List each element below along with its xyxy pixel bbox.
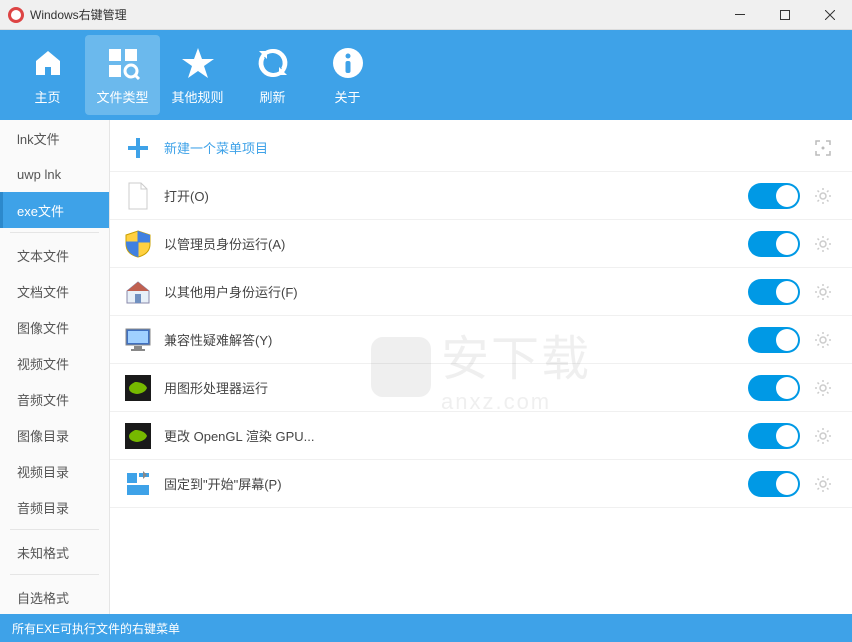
new-item-label: 新建一个菜单项目	[164, 138, 812, 157]
sidebar-item[interactable]: uwp lnk	[0, 156, 109, 192]
settings-button[interactable]	[812, 329, 834, 351]
titlebar: Windows右键管理	[0, 0, 852, 30]
toolbar-refresh-label: 刷新	[259, 87, 285, 106]
toggle-switch[interactable]	[748, 231, 800, 257]
toolbar-filetype[interactable]: 文件类型	[85, 35, 160, 115]
status-text: 所有EXE可执行文件的右键菜单	[12, 620, 180, 637]
sidebar-item[interactable]: 图像目录	[0, 417, 109, 453]
toolbar-other-label: 其他规则	[171, 87, 223, 106]
filetype-icon	[105, 45, 141, 81]
menu-item-label: 以管理员身份运行(A)	[164, 234, 748, 253]
refresh-icon	[255, 45, 291, 81]
settings-button[interactable]	[812, 473, 834, 495]
toggle-switch[interactable]	[748, 423, 800, 449]
nvidia-icon	[124, 374, 152, 402]
toolbar-filetype-label: 文件类型	[96, 87, 148, 106]
menu-item-label: 打开(O)	[164, 186, 748, 205]
maximize-icon	[780, 10, 790, 20]
menu-item-label: 更改 OpenGL 渲染 GPU...	[164, 426, 748, 445]
sidebar-item[interactable]: 自选格式	[0, 579, 109, 614]
menu-item-row: 用图形处理器运行	[110, 364, 852, 412]
menu-item-label: 以其他用户身份运行(F)	[164, 282, 748, 301]
close-icon	[825, 10, 835, 20]
settings-button[interactable]	[812, 377, 834, 399]
settings-button[interactable]	[812, 233, 834, 255]
toolbar-about[interactable]: 关于	[310, 35, 385, 115]
menu-item-row: 以其他用户身份运行(F)	[110, 268, 852, 316]
sidebar-divider	[10, 232, 99, 233]
menu-item-row: 以管理员身份运行(A)	[110, 220, 852, 268]
toggle-switch[interactable]	[748, 279, 800, 305]
settings-button[interactable]	[812, 425, 834, 447]
toolbar-about-label: 关于	[334, 87, 360, 106]
menu-item-label: 固定到"开始"屏幕(P)	[164, 474, 748, 493]
home-icon	[30, 45, 66, 81]
info-icon	[330, 45, 366, 81]
sidebar-item[interactable]: 音频目录	[0, 489, 109, 525]
sidebar-item[interactable]: lnk文件	[0, 120, 109, 156]
toggle-switch[interactable]	[748, 183, 800, 209]
plus-icon	[124, 134, 152, 162]
sidebar-item[interactable]: 视频文件	[0, 345, 109, 381]
tiles-icon	[124, 470, 152, 498]
sidebar-divider	[10, 574, 99, 575]
sidebar-item[interactable]: 未知格式	[0, 534, 109, 570]
sidebar-item[interactable]: 文档文件	[0, 273, 109, 309]
sidebar: lnk文件uwp lnkexe文件文本文件文档文件图像文件视频文件音频文件图像目…	[0, 120, 110, 614]
statusbar: 所有EXE可执行文件的右键菜单	[0, 614, 852, 642]
menu-item-row: 兼容性疑难解答(Y)	[110, 316, 852, 364]
app-icon	[8, 7, 24, 23]
minimize-button[interactable]	[717, 0, 762, 30]
menu-item-row: 固定到"开始"屏幕(P)	[110, 460, 852, 508]
nvidia-icon	[124, 422, 152, 450]
minimize-icon	[735, 14, 745, 15]
toolbar: 主页 文件类型 其他规则 刷新 关于	[0, 30, 852, 120]
toggle-switch[interactable]	[748, 327, 800, 353]
file-icon	[124, 182, 152, 210]
window-title: Windows右键管理	[30, 6, 717, 23]
menu-item-label: 兼容性疑难解答(Y)	[164, 330, 748, 349]
settings-button[interactable]	[812, 281, 834, 303]
new-item-row[interactable]: 新建一个菜单项目	[110, 124, 852, 172]
menu-item-label: 用图形处理器运行	[164, 378, 748, 397]
content: 安下载 anxz.com 新建一个菜单项目 打开(O)以管理员身份运行(A)以其…	[110, 120, 852, 614]
house-icon	[124, 278, 152, 306]
sidebar-item[interactable]: 文本文件	[0, 237, 109, 273]
toolbar-other[interactable]: 其他规则	[160, 35, 235, 115]
toolbar-home[interactable]: 主页	[10, 35, 85, 115]
maximize-button[interactable]	[762, 0, 807, 30]
sidebar-item[interactable]: 图像文件	[0, 309, 109, 345]
shield-icon	[124, 230, 152, 258]
toggle-switch[interactable]	[748, 375, 800, 401]
focus-icon[interactable]	[812, 137, 834, 159]
sidebar-divider	[10, 529, 99, 530]
body: lnk文件uwp lnkexe文件文本文件文档文件图像文件视频文件音频文件图像目…	[0, 120, 852, 614]
star-icon	[180, 45, 216, 81]
sidebar-item[interactable]: 音频文件	[0, 381, 109, 417]
settings-button[interactable]	[812, 185, 834, 207]
menu-item-row: 更改 OpenGL 渲染 GPU...	[110, 412, 852, 460]
toolbar-refresh[interactable]: 刷新	[235, 35, 310, 115]
sidebar-item[interactable]: exe文件	[0, 192, 109, 228]
sidebar-item[interactable]: 视频目录	[0, 453, 109, 489]
toolbar-home-label: 主页	[34, 87, 60, 106]
toggle-switch[interactable]	[748, 471, 800, 497]
menu-item-row: 打开(O)	[110, 172, 852, 220]
monitor-icon	[124, 326, 152, 354]
close-button[interactable]	[807, 0, 852, 30]
